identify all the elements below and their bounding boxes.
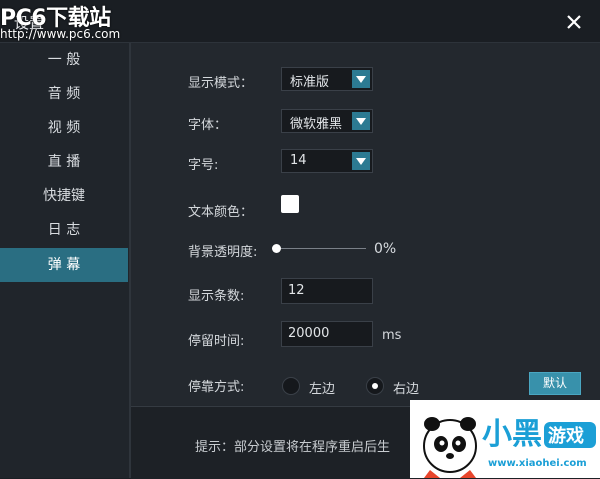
dock-label: 停靠方式: xyxy=(188,380,245,395)
svg-text:小黑: 小黑 xyxy=(482,417,542,452)
text-color-label: 文本颜色： xyxy=(188,205,254,220)
count-value: 12 xyxy=(288,283,305,298)
sidebar-item-live[interactable]: 直 播 xyxy=(0,145,128,179)
watermark-url: http://www.pc6.com xyxy=(0,27,121,41)
default-button[interactable]: 默认 xyxy=(529,372,581,395)
display-mode-select[interactable]: 标准版 xyxy=(281,67,373,91)
stay-time-value: 20000 xyxy=(288,326,330,341)
count-input[interactable]: 12 xyxy=(281,278,373,304)
display-mode-value: 标准版 xyxy=(290,75,330,90)
xiaohei-logo: 小黑 游戏 www.xiaohei.com xyxy=(410,400,600,478)
font-size-select[interactable]: 14 xyxy=(281,149,373,173)
sidebar-item-audio[interactable]: 音 频 xyxy=(0,77,128,111)
dock-right-label[interactable]: 右边 xyxy=(393,378,419,397)
chevron-down-icon xyxy=(352,112,370,130)
font-value: 微软雅黑 xyxy=(290,117,343,132)
sidebar-item-hotkeys[interactable]: 快捷键 xyxy=(0,179,128,213)
bg-opacity-slider-track[interactable] xyxy=(276,248,366,249)
font-select[interactable]: 微软雅黑 xyxy=(281,109,373,133)
sidebar-item-log[interactable]: 日 志 xyxy=(0,213,128,247)
count-label: 显示条数: xyxy=(188,289,245,304)
stay-time-unit: ms xyxy=(382,328,402,343)
close-button[interactable] xyxy=(560,8,588,36)
bg-opacity-slider-handle[interactable] xyxy=(272,244,281,253)
title-bar: 设置 PC6下载站 http://www.pc6.com xyxy=(0,0,600,43)
font-label: 字体： xyxy=(188,118,228,133)
svg-text:游戏: 游戏 xyxy=(548,425,584,447)
stay-time-label: 停留时间: xyxy=(188,334,245,349)
chevron-down-icon xyxy=(352,152,370,170)
settings-panel xyxy=(131,43,600,405)
font-size-value: 14 xyxy=(290,153,307,168)
settings-window: 设置 PC6下载站 http://www.pc6.com 一 般 音 频 视 频… xyxy=(0,0,600,479)
dock-right-radio[interactable] xyxy=(366,377,384,395)
stay-time-input[interactable]: 20000 xyxy=(281,321,373,347)
chevron-down-icon xyxy=(352,70,370,88)
bg-opacity-label: 背景透明度: xyxy=(188,245,258,260)
sidebar-item-video[interactable]: 视 频 xyxy=(0,111,128,145)
text-color-swatch[interactable] xyxy=(281,195,299,213)
font-size-label: 字号: xyxy=(188,158,219,173)
svg-text:www.xiaohei.com: www.xiaohei.com xyxy=(488,458,587,469)
radio-selected-dot xyxy=(372,383,378,389)
display-mode-label: 显示模式： xyxy=(188,76,254,91)
dock-left-radio[interactable] xyxy=(282,377,300,395)
sidebar: 一 般 音 频 视 频 直 播 快捷键 日 志 弹 幕 xyxy=(0,43,131,478)
sidebar-item-danmaku[interactable]: 弹 幕 xyxy=(0,248,128,282)
bg-opacity-value: 0% xyxy=(374,241,397,257)
dock-left-label[interactable]: 左边 xyxy=(309,378,335,397)
close-icon xyxy=(567,15,581,29)
sidebar-item-general[interactable]: 一 般 xyxy=(0,43,128,77)
restart-hint: 提示：部分设置将在程序重启后生 xyxy=(195,440,391,455)
